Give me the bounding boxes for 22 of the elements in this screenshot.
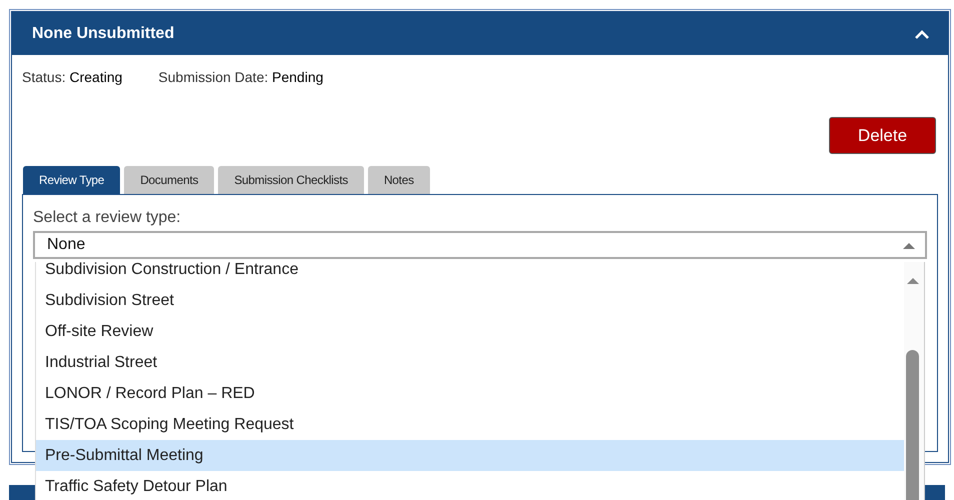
dropdown-option[interactable]: LONOR / Record Plan – RED [36,378,906,409]
tab[interactable]: Notes [368,166,430,194]
scrollbar-thumb[interactable] [906,350,919,500]
scrollbar[interactable] [904,262,924,500]
dropdown-option[interactable]: Pre-Submittal Meeting [36,440,906,471]
dropdown-option[interactable]: Industrial Street [36,347,906,378]
dropdown-option[interactable]: Traffic Safety Detour Plan [36,471,906,500]
dropdown-option[interactable]: TIS/TOA Scoping Meeting Request [36,409,906,440]
dropdown-option[interactable]: Subdivision Construction / Entrance [36,262,906,285]
field-label: Select a review type: [33,209,182,227]
chevron-up-icon[interactable] [914,28,930,38]
scroll-up-icon[interactable] [907,277,919,284]
tab[interactable]: Review Type [23,166,120,194]
tab[interactable]: Documents [124,166,214,194]
dropdown-option[interactable]: Off-site Review [36,316,906,347]
delete-button[interactable]: Delete [829,117,936,154]
panel-title: None Unsubmitted [32,24,174,42]
tab[interactable]: Submission Checklists [218,166,364,194]
status-text: Status: Creating [22,69,122,85]
submission-date-text: Submission Date: Pending [158,69,324,85]
dropdown-option[interactable]: Subdivision Street [36,285,906,316]
review-type-select[interactable]: None [33,231,927,259]
